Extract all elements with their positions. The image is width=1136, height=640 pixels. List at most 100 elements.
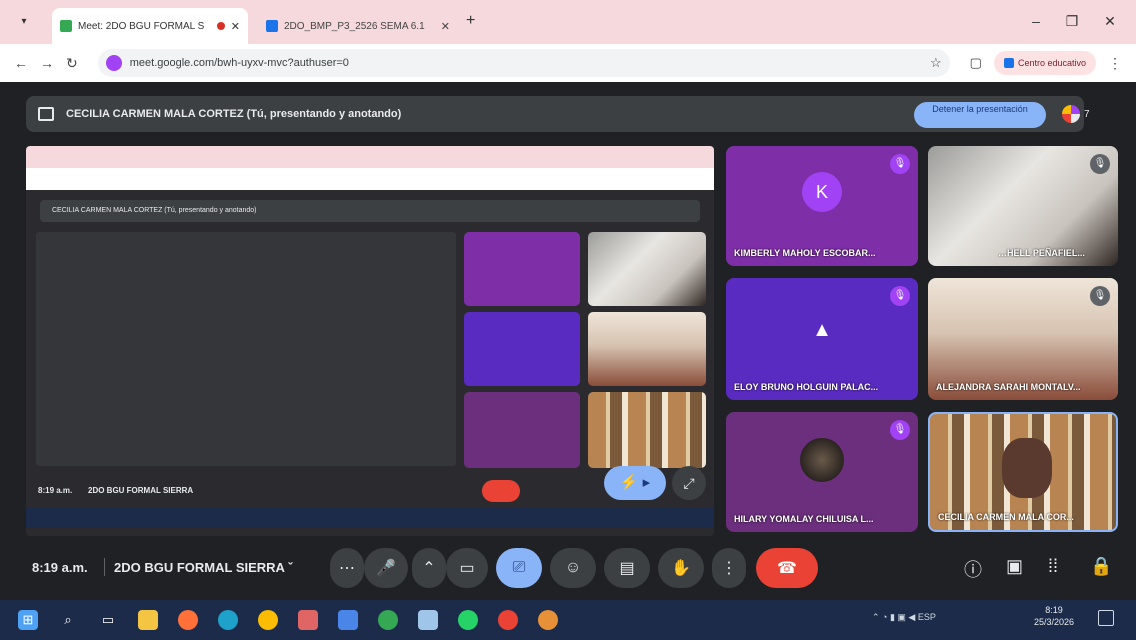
participant-name: ALEJANDRA SARAHI MONTALV...: [936, 382, 1081, 392]
site-info-icon[interactable]: [105, 55, 122, 71]
shared-presenting-bar: CECILIA CARMEN MALA CORTEZ (Tú, presenta…: [40, 200, 700, 222]
task-view-icon[interactable]: ▭: [98, 610, 118, 630]
raise-hand-button[interactable]: ✋: [658, 548, 704, 588]
emoji-button[interactable]: ☺: [550, 548, 596, 588]
avatar: [800, 438, 844, 482]
meeting-name: 2DO BGU FORMAL SIERRA: [114, 560, 285, 575]
minimize-button[interactable]: –: [1024, 10, 1048, 32]
expand-icon[interactable]: ⤢: [672, 466, 706, 500]
present-screen-icon: [38, 107, 54, 121]
file-explorer-icon[interactable]: [138, 610, 158, 630]
camera-options-button[interactable]: ⌃: [412, 548, 446, 588]
meeting-title[interactable]: 2DO BGU FORMAL SIERRA ˇ: [114, 560, 292, 575]
people-count: 7: [1084, 108, 1090, 120]
clock-date: 25/3/2026: [1034, 617, 1075, 627]
divider: [104, 558, 105, 576]
app-icon[interactable]: [538, 610, 558, 630]
extensions-icon[interactable]: ▢: [970, 55, 982, 71]
shared-tile: [464, 392, 580, 468]
participant-tile[interactable]: 🎙 ALEJANDRA SARAHI MONTALV...: [928, 278, 1118, 400]
notifications-icon[interactable]: [1098, 610, 1114, 626]
tray-icons: ⌃ ◔ ▮ ▣ ◀: [872, 612, 918, 622]
participant-name: …HELL PEÑAFIEL...: [998, 248, 1085, 258]
avatar: [1002, 438, 1052, 498]
activities-icon[interactable]: ⁞⁞: [1048, 556, 1058, 577]
captions-button[interactable]: ▤: [604, 548, 650, 588]
restore-button[interactable]: ❐: [1060, 10, 1084, 32]
shared-tile: [588, 312, 706, 386]
avatar: K: [802, 172, 842, 212]
more-menu-icon[interactable]: ⋮: [1108, 55, 1122, 72]
shared-time: 8:19 a.m.: [38, 486, 73, 495]
chrome-icon[interactable]: [258, 610, 278, 630]
tab-search-button[interactable]: ▾: [14, 12, 34, 32]
mic-off-icon: 🎙: [1090, 286, 1110, 306]
mic-off-icon: 🎙: [890, 420, 910, 440]
tab-slides[interactable]: 2DO_BMP_P3_2526 SEMA 6.1 ✕: [258, 12, 458, 40]
chrome-icon[interactable]: [498, 610, 518, 630]
host-controls-icon[interactable]: 🔒: [1090, 556, 1112, 577]
chrome-active-icon[interactable]: [378, 610, 398, 630]
url-text: meet.google.com/bwh-uyxv-mvc?authuser=0: [129, 57, 349, 69]
taskbar-clock[interactable]: 8:19 25/3/2026: [1034, 604, 1074, 628]
reload-icon[interactable]: ↻: [66, 55, 78, 72]
back-arrow-icon[interactable]: ←: [14, 55, 28, 71]
bookmark-star-icon[interactable]: ☆: [930, 55, 942, 71]
shared-meeting-name: 2DO BGU FORMAL SIERRA: [88, 486, 194, 495]
system-tray[interactable]: ⌃ ◔ ▮ ▣ ◀ ESP: [872, 612, 936, 623]
microphone-button[interactable]: 🎤: [364, 548, 408, 588]
info-icon[interactable]: ⓘ: [964, 556, 982, 582]
close-tab-icon[interactable]: ✕: [441, 20, 450, 33]
whatsapp-icon[interactable]: [458, 610, 478, 630]
more-audio-button[interactable]: ⋯: [330, 548, 364, 588]
participant-tile[interactable]: K 🎙 KIMBERLY MAHOLY ESCOBAR...: [726, 146, 918, 266]
shared-tile: [588, 232, 706, 306]
app-icon[interactable]: [338, 610, 358, 630]
tab-title: 2DO_BMP_P3_2526 SEMA 6.1: [284, 20, 425, 32]
participant-tile[interactable]: 🎙 HILARY YOMALAY CHILUISA L...: [726, 412, 918, 532]
mic-off-icon: 🎙: [890, 286, 910, 306]
tray-language: ESP: [917, 612, 936, 622]
app-icon[interactable]: [418, 610, 438, 630]
camera-button[interactable]: ▭: [446, 548, 488, 588]
presenter-label: CECILIA CARMEN MALA CORTEZ (Tú, presenta…: [66, 108, 402, 120]
new-tab-button[interactable]: +: [466, 12, 475, 30]
participant-tile[interactable]: ▲ 🎙 ELOY BRUNO HOLGUIN PALAC...: [726, 278, 918, 400]
search-icon[interactable]: ⌕: [58, 610, 78, 630]
profile-label: Centro educativo: [1017, 58, 1086, 68]
stop-presenting-button[interactable]: Detener la presentación: [914, 102, 1046, 128]
clock-time: 8:19: [1045, 605, 1063, 615]
shared-end-call-button: [482, 480, 520, 502]
leave-call-button[interactable]: ☎: [756, 548, 818, 588]
tab-meet[interactable]: Meet: 2DO BGU FORMAL S ✕: [52, 8, 248, 44]
meeting-time: 8:19 a.m.: [32, 560, 88, 575]
forward-arrow-icon[interactable]: →: [40, 55, 54, 71]
participant-tile[interactable]: 🎙 …HELL PEÑAFIEL...: [928, 146, 1118, 266]
people-button[interactable]: 7: [1062, 100, 1102, 128]
shared-nested-screen: [36, 232, 456, 466]
firefox-icon[interactable]: [178, 610, 198, 630]
start-icon[interactable]: ⊞: [18, 610, 38, 630]
shared-tile: [464, 232, 580, 306]
more-options-button[interactable]: ⋮: [712, 548, 746, 588]
app-icon[interactable]: [298, 610, 318, 630]
participants-icon: [1062, 105, 1080, 123]
present-button[interactable]: ⎚: [496, 548, 542, 588]
edge-icon[interactable]: [218, 610, 238, 630]
annotate-fab[interactable]: ⚡ ▸: [604, 466, 666, 500]
os-taskbar: ⊞ ⌕ ▭: [0, 600, 1136, 640]
shared-address-bar: [26, 168, 714, 190]
mic-off-icon: 🎙: [890, 154, 910, 174]
participant-tile-self[interactable]: CECILIA CARMEN MALA COR...: [928, 412, 1118, 532]
browser-tab-strip: ▾ Meet: 2DO BGU FORMAL S ✕ 2DO_BMP_P3_25…: [0, 0, 1136, 44]
tab-title: Meet: 2DO BGU FORMAL S: [78, 20, 205, 32]
close-window-button[interactable]: ✕: [1098, 10, 1122, 32]
chat-icon[interactable]: ▣: [1006, 556, 1023, 577]
address-bar[interactable]: meet.google.com/bwh-uyxv-mvc?authuser=0 …: [97, 49, 950, 77]
profile-chip[interactable]: Centro educativo: [993, 51, 1096, 75]
close-tab-icon[interactable]: ✕: [231, 20, 240, 33]
shared-tab-strip: [26, 146, 714, 168]
meet-icon: [60, 20, 72, 32]
participant-name: KIMBERLY MAHOLY ESCOBAR...: [734, 248, 876, 258]
meeting-caret: ˇ: [288, 560, 293, 575]
